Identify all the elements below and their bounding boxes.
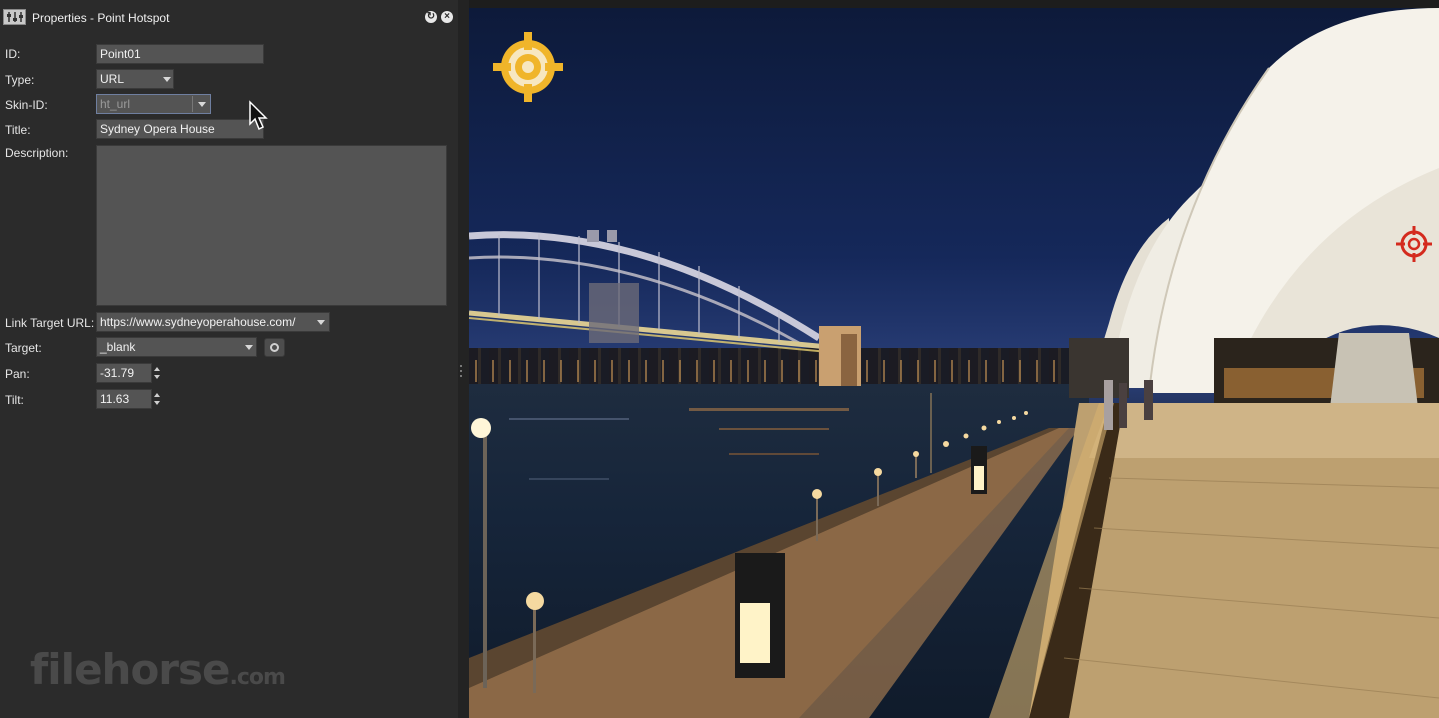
- close-icon[interactable]: ×: [441, 11, 453, 23]
- title-label: Title:: [5, 123, 31, 137]
- tilt-stepper[interactable]: [152, 390, 163, 408]
- app-icon: [3, 9, 26, 25]
- pan-stepper[interactable]: [152, 364, 163, 382]
- skin-id-value: ht_url: [100, 97, 131, 111]
- skin-id-label: Skin-ID:: [5, 98, 48, 112]
- spin-down-icon[interactable]: [154, 375, 160, 379]
- target-select[interactable]: _blank: [96, 337, 257, 357]
- watermark-brand: filehorse: [30, 645, 231, 694]
- spin-up-icon[interactable]: [154, 367, 160, 371]
- window-title: Properties - Point Hotspot: [32, 11, 170, 25]
- target-picker-button[interactable]: [264, 338, 285, 357]
- chevron-down-icon: [245, 345, 253, 350]
- mouse-cursor-icon: [249, 100, 268, 131]
- type-value: URL: [100, 72, 125, 86]
- target-picker-icon: [270, 343, 279, 352]
- title-bar: Properties - Point Hotspot ↻ ×: [0, 0, 458, 34]
- properties-panel: Properties - Point Hotspot ↻ × ID: Point…: [0, 0, 458, 718]
- link-target-url-label: Link Target URL:: [5, 316, 95, 330]
- tilt-label: Tilt:: [5, 393, 24, 407]
- target-label: Target:: [5, 341, 42, 355]
- id-label: ID:: [5, 47, 21, 61]
- panorama-scene: [469, 8, 1439, 718]
- chevron-down-icon: [163, 77, 171, 82]
- type-label: Type:: [5, 73, 35, 87]
- promenade: [469, 403, 1439, 718]
- pan-label: Pan:: [5, 367, 30, 381]
- refresh-icon[interactable]: ↻: [425, 11, 437, 23]
- id-input[interactable]: Point01: [96, 44, 264, 64]
- hotspot-marker-icon[interactable]: [1396, 226, 1432, 262]
- description-label: Description:: [5, 146, 69, 160]
- opera-house: [1069, 8, 1439, 416]
- harbour-bridge: [469, 230, 861, 386]
- title-input[interactable]: Sydney Opera House: [96, 119, 264, 139]
- description-textarea[interactable]: [96, 145, 447, 306]
- chevron-down-icon: [198, 102, 206, 107]
- watermark-logo: filehorse.com: [30, 645, 286, 694]
- panorama-viewer[interactable]: [469, 8, 1439, 718]
- link-target-url-input[interactable]: https://www.sydneyoperahouse.com/: [96, 312, 330, 332]
- tilt-input[interactable]: 11.63: [96, 389, 152, 409]
- watermark-tld: .com: [229, 665, 286, 690]
- hotspot-marker-icon[interactable]: [493, 32, 563, 102]
- spin-down-icon[interactable]: [154, 401, 160, 405]
- chevron-down-icon[interactable]: [317, 320, 325, 325]
- link-target-url-value: https://www.sydneyoperahouse.com/: [100, 315, 296, 329]
- panel-splitter[interactable]: [458, 0, 469, 718]
- type-select[interactable]: URL: [96, 69, 174, 89]
- spin-up-icon[interactable]: [154, 393, 160, 397]
- pan-input[interactable]: -31.79: [96, 363, 152, 383]
- skin-id-select[interactable]: ht_url: [96, 94, 211, 114]
- water-reflections: [509, 408, 849, 480]
- target-value: _blank: [100, 340, 136, 354]
